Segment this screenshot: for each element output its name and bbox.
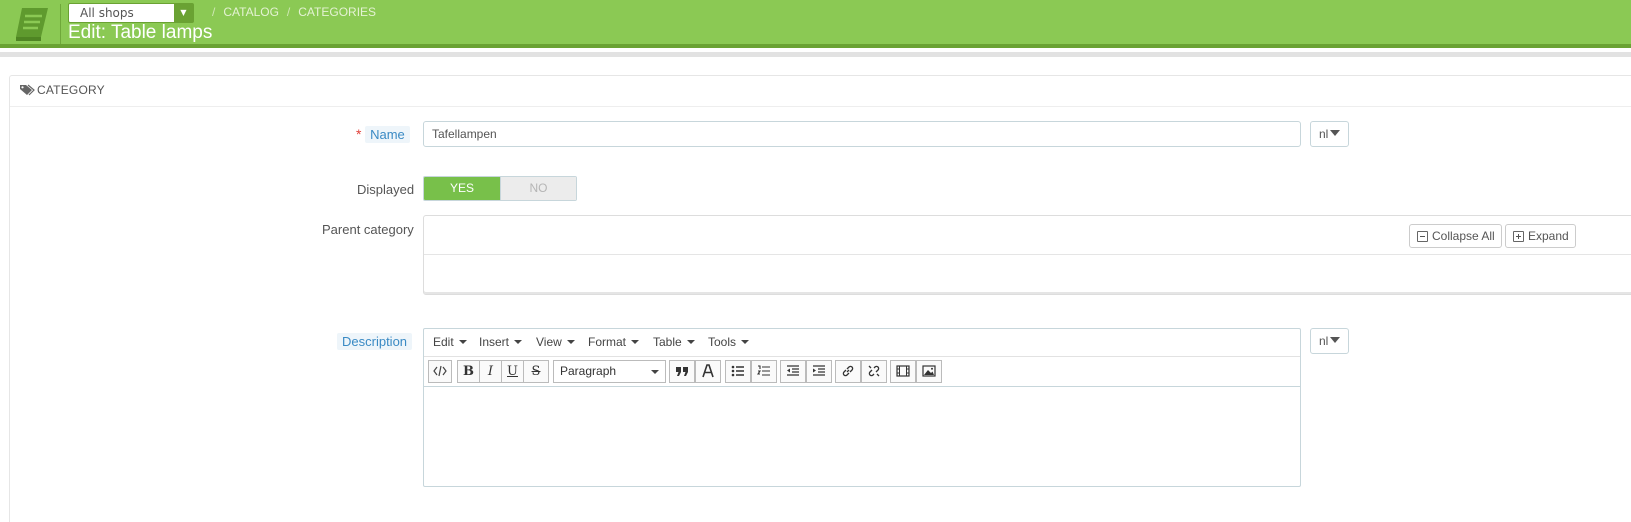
text-color-icon[interactable] <box>695 360 721 383</box>
description-editor: Edit Insert View Format Table Tools B I … <box>423 328 1301 487</box>
menu-table-label: Table <box>653 335 682 349</box>
toggle-yes[interactable]: YES <box>424 177 500 200</box>
panel-title: CATEGORY <box>37 83 105 97</box>
expand-all-button[interactable]: Expand <box>1505 224 1576 248</box>
name-label: Name <box>365 126 410 143</box>
paragraph-format-value: Paragraph <box>560 364 617 378</box>
outdent-icon[interactable] <box>780 360 806 383</box>
underline-icon[interactable]: U <box>501 360 524 383</box>
page-title: Edit: Table lamps <box>68 22 213 43</box>
tag-icon <box>20 84 35 96</box>
page-header: All shops ▼ / CATALOG / CATEGORIES Edit: Ta… <box>0 0 1631 48</box>
parent-category-label: Parent category <box>322 222 414 237</box>
breadcrumb-catalog[interactable]: CATALOG <box>223 5 279 19</box>
editor-content-area[interactable] <box>424 387 1300 486</box>
menu-insert[interactable]: Insert <box>479 335 523 349</box>
menu-tools[interactable]: Tools <box>708 335 750 349</box>
name-label-wrap: * Name <box>356 126 410 143</box>
editor-toolbar: B I U S Paragraph <box>424 357 1300 387</box>
menu-view-label: View <box>536 335 562 349</box>
tree-toolbar: Collapse All Expand <box>424 216 1631 255</box>
caret-down-icon <box>566 340 575 344</box>
breadcrumb-categories[interactable]: CATEGORIES <box>298 5 376 19</box>
lang-label: nl <box>1319 334 1329 348</box>
menu-table[interactable]: Table <box>653 335 695 349</box>
caret-down-icon <box>458 340 467 344</box>
image-icon[interactable] <box>916 360 942 383</box>
bullet-list-icon[interactable] <box>725 360 751 383</box>
description-label-wrap: Description <box>337 333 413 350</box>
breadcrumb-separator: / <box>212 5 216 19</box>
paragraph-format-select[interactable]: Paragraph <box>553 360 666 383</box>
collapse-all-label: Collapse All <box>1432 229 1495 243</box>
menu-format[interactable]: Format <box>588 335 640 349</box>
caret-down-icon <box>741 340 750 344</box>
numbered-list-icon[interactable] <box>751 360 777 383</box>
breadcrumb-separator: / <box>286 5 291 19</box>
bold-icon[interactable]: B <box>457 360 480 383</box>
breadcrumb: / CATALOG / CATEGORIES <box>204 5 376 19</box>
caret-down-icon <box>514 340 523 344</box>
required-mark: * <box>356 126 362 142</box>
name-input[interactable]: Tafellampen <box>423 121 1301 147</box>
editor-menubar: Edit Insert View Format Table Tools <box>424 329 1300 357</box>
blockquote-icon[interactable] <box>669 360 695 383</box>
strikethrough-icon[interactable]: S <box>523 360 549 383</box>
displayed-toggle[interactable]: YES NO <box>423 176 577 201</box>
menu-view[interactable]: View <box>536 335 575 349</box>
caret-down-icon <box>686 340 695 344</box>
book-logo-icon <box>16 8 48 41</box>
minus-square-icon <box>1417 231 1428 242</box>
description-lang-button[interactable]: nl <box>1310 328 1349 354</box>
shop-select-value: All shops <box>80 6 134 20</box>
menu-insert-label: Insert <box>479 335 510 349</box>
menu-format-label: Format <box>588 335 627 349</box>
name-lang-button[interactable]: nl <box>1310 121 1349 147</box>
panel-heading: CATEGORY <box>10 76 1631 107</box>
indent-icon[interactable] <box>806 360 832 383</box>
italic-icon[interactable]: I <box>479 360 502 383</box>
header-divider <box>60 4 61 44</box>
link-icon[interactable] <box>835 360 861 383</box>
collapse-all-button[interactable]: Collapse All <box>1409 224 1502 248</box>
displayed-label: Displayed <box>357 182 415 197</box>
menu-tools-label: Tools <box>708 335 737 349</box>
chevron-down-icon[interactable]: ▼ <box>174 4 193 22</box>
shop-select[interactable]: All shops ▼ <box>68 3 194 23</box>
plus-square-icon <box>1513 231 1524 242</box>
toggle-no[interactable]: NO <box>500 177 576 200</box>
expand-all-label: Expand <box>1528 229 1569 243</box>
menu-edit[interactable]: Edit <box>433 335 467 349</box>
caret-down-icon <box>1330 337 1341 343</box>
unlink-icon[interactable] <box>861 360 887 383</box>
media-icon[interactable] <box>890 360 916 383</box>
caret-down-icon <box>631 340 640 344</box>
caret-down-icon <box>651 370 659 374</box>
source-code-icon[interactable] <box>428 360 452 383</box>
header-shadow-strip <box>0 52 1631 57</box>
lang-label: nl <box>1319 127 1329 141</box>
caret-down-icon <box>1330 130 1341 136</box>
menu-edit-label: Edit <box>433 335 454 349</box>
description-label: Description <box>337 333 413 350</box>
category-tree: Collapse All Expand <box>423 215 1631 295</box>
